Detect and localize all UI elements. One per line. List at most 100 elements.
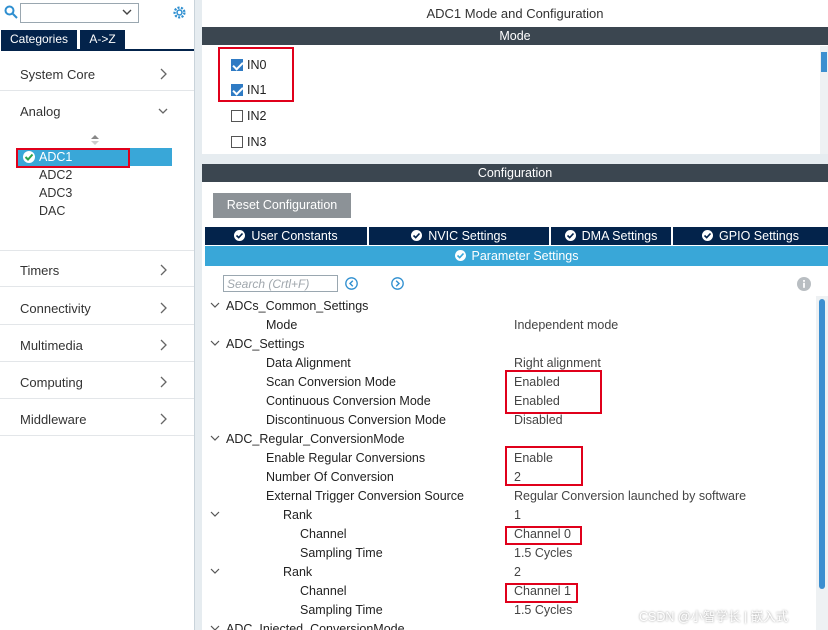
mode-item-label: IN2 bbox=[247, 109, 267, 123]
tree-key: Data Alignment bbox=[266, 356, 351, 370]
tree-key: Channel bbox=[300, 527, 347, 541]
divider bbox=[0, 361, 194, 362]
configuration-header: Configuration bbox=[202, 164, 828, 182]
category-timers[interactable]: Timers bbox=[0, 258, 194, 282]
divider bbox=[0, 324, 194, 325]
checkbox-unchecked[interactable] bbox=[231, 136, 243, 148]
checkbox-unchecked[interactable] bbox=[231, 110, 243, 122]
tree-key: Number Of Conversion bbox=[266, 470, 394, 484]
highlight-box-scan-continuous bbox=[505, 370, 602, 414]
tree-key: Rank bbox=[283, 565, 313, 579]
tree-value: Independent mode bbox=[514, 318, 619, 332]
check-circle-icon bbox=[702, 230, 714, 241]
tree-row-rank[interactable]: Rank 1 bbox=[202, 505, 814, 524]
tree-key: External Trigger Conversion Source bbox=[266, 489, 465, 503]
chevron-down-icon[interactable] bbox=[210, 434, 220, 442]
tab-underline bbox=[1, 49, 194, 51]
chevron-down-icon bbox=[122, 9, 132, 15]
gear-icon[interactable] bbox=[171, 4, 188, 21]
chevron-right-icon bbox=[160, 376, 167, 388]
highlight-box-adc1 bbox=[16, 148, 130, 168]
previous-icon[interactable] bbox=[345, 277, 358, 290]
tree-key: Continuous Conversion Mode bbox=[266, 394, 431, 408]
tree-key: Discontinuous Conversion Mode bbox=[266, 413, 446, 427]
tree-key: Mode bbox=[266, 318, 298, 332]
analog-item-adc2[interactable]: ADC2 bbox=[39, 168, 72, 182]
tree-row-group[interactable]: ADC_Settings bbox=[202, 334, 814, 353]
category-label: Connectivity bbox=[20, 301, 91, 316]
tree-key: Channel bbox=[300, 584, 347, 598]
tree-value: Disabled bbox=[514, 413, 563, 427]
tab-parameter-settings[interactable]: Parameter Settings bbox=[205, 246, 828, 266]
chevron-down-icon[interactable] bbox=[210, 301, 220, 309]
category-multimedia[interactable]: Multimedia bbox=[0, 333, 194, 357]
search-placeholder: Search (Crtl+F) bbox=[227, 277, 310, 291]
category-label: Computing bbox=[20, 375, 83, 390]
tree-row-rank[interactable]: Rank 2 bbox=[202, 562, 814, 581]
search-icon[interactable] bbox=[4, 5, 18, 19]
divider bbox=[0, 286, 194, 287]
mode-header: Mode bbox=[202, 27, 828, 45]
check-circle-icon bbox=[234, 230, 246, 241]
category-analog[interactable]: Analog bbox=[0, 99, 194, 123]
parameter-scrollbar[interactable] bbox=[816, 296, 828, 630]
tree-row-group[interactable]: ADCs_Common_Settings bbox=[202, 296, 814, 315]
category-computing[interactable]: Computing bbox=[0, 370, 194, 394]
page-title: ADC1 Mode and Configuration bbox=[426, 6, 604, 21]
highlight-box-in0-in1 bbox=[218, 47, 294, 102]
highlight-box-channel-1 bbox=[505, 583, 578, 603]
parameter-search-input[interactable]: Search (Crtl+F) bbox=[223, 275, 338, 292]
scrollbar-thumb[interactable] bbox=[821, 52, 827, 72]
chevron-right-icon bbox=[160, 302, 167, 314]
tree-row[interactable]: Mode Independent mode bbox=[202, 315, 814, 334]
search-dropdown[interactable] bbox=[20, 3, 139, 23]
tab-dma-settings[interactable]: DMA Settings bbox=[551, 227, 671, 245]
tree-key: Sampling Time bbox=[300, 546, 383, 560]
settings-tabs: User Constants NVIC Settings DMA Setting… bbox=[205, 227, 828, 245]
highlight-box-channel-0 bbox=[505, 526, 582, 545]
tab-categories[interactable]: Categories bbox=[1, 30, 77, 49]
category-label: Timers bbox=[20, 263, 60, 278]
reset-configuration-button[interactable]: Reset Configuration bbox=[213, 193, 351, 218]
mode-scrollbar[interactable] bbox=[820, 46, 828, 154]
chevron-down-icon[interactable] bbox=[210, 339, 220, 347]
watermark: CSDN @小智学长 | 嵌入式 bbox=[639, 610, 789, 624]
analog-item-adc3[interactable]: ADC3 bbox=[39, 186, 72, 200]
category-connectivity[interactable]: Connectivity bbox=[0, 296, 194, 320]
category-label: Analog bbox=[20, 104, 61, 119]
info-icon[interactable] bbox=[797, 277, 811, 291]
tree-key: ADC_Regular_ConversionMode bbox=[226, 432, 405, 446]
analog-item-dac[interactable]: DAC bbox=[39, 204, 65, 218]
highlight-box-regular-conversions bbox=[505, 446, 583, 486]
tab-a-z[interactable]: A->Z bbox=[80, 30, 125, 49]
tree-key: ADC_Injected_ConversionMode bbox=[226, 622, 405, 630]
divider bbox=[0, 90, 194, 91]
chevron-down-icon bbox=[158, 108, 168, 114]
panel-splitter[interactable] bbox=[194, 0, 202, 630]
chevron-down-icon[interactable] bbox=[210, 510, 220, 518]
chevron-down-icon[interactable] bbox=[210, 567, 220, 575]
tab-nvic-settings[interactable]: NVIC Settings bbox=[369, 227, 549, 245]
divider bbox=[0, 398, 194, 399]
tab-label: GPIO Settings bbox=[719, 229, 799, 243]
tab-label: DMA Settings bbox=[581, 229, 658, 243]
scrollbar-thumb[interactable] bbox=[819, 299, 825, 589]
tree-key: Scan Conversion Mode bbox=[266, 375, 396, 389]
tree-row[interactable]: Sampling Time 1.5 Cycles bbox=[202, 543, 814, 562]
tree-value: Right alignment bbox=[514, 356, 601, 370]
mode-list: IN0 IN1 IN2 IN3 bbox=[202, 46, 820, 154]
left-panel: Categories A->Z System Core Analog ADC1 … bbox=[0, 0, 194, 630]
category-label: Multimedia bbox=[20, 338, 83, 353]
next-icon[interactable] bbox=[391, 277, 404, 290]
chevron-right-icon bbox=[160, 68, 167, 80]
tab-user-constants[interactable]: User Constants bbox=[205, 227, 367, 245]
chevron-down-icon[interactable] bbox=[210, 624, 220, 630]
sort-icon[interactable] bbox=[90, 134, 100, 146]
tab-gpio-settings[interactable]: GPIO Settings bbox=[673, 227, 828, 245]
check-circle-icon bbox=[564, 230, 576, 241]
category-system-core[interactable]: System Core bbox=[0, 62, 194, 86]
tree-row[interactable]: External Trigger Conversion Source Regul… bbox=[202, 486, 814, 505]
check-circle-icon bbox=[411, 230, 423, 241]
category-middleware[interactable]: Middleware bbox=[0, 407, 194, 431]
divider bbox=[0, 435, 194, 436]
